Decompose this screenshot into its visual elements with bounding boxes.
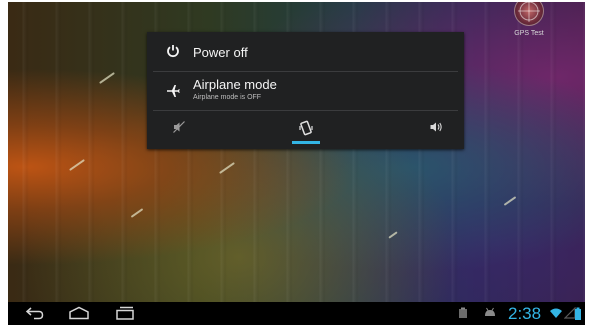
vibrate-icon bbox=[299, 120, 313, 136]
home-button[interactable] bbox=[66, 306, 92, 322]
sound-on-button[interactable] bbox=[424, 120, 448, 140]
back-icon bbox=[25, 307, 44, 320]
power-icon bbox=[165, 44, 181, 60]
airplane-mode-option[interactable]: Airplane mode Airplane mode is OFF bbox=[147, 72, 464, 110]
battery-icon bbox=[573, 307, 583, 321]
airplane-mode-status: Airplane mode is OFF bbox=[193, 94, 262, 101]
power-off-label: Power off bbox=[193, 45, 248, 60]
gps-test-app-shortcut[interactable]: GPS Test bbox=[506, 2, 552, 42]
back-button[interactable] bbox=[22, 306, 48, 322]
status-clock[interactable]: 2:38 bbox=[508, 304, 541, 324]
menu-divider bbox=[153, 110, 458, 111]
silent-icon bbox=[173, 121, 185, 133]
recent-apps-button[interactable] bbox=[112, 306, 138, 322]
home-icon bbox=[69, 306, 89, 320]
power-off-option[interactable]: Power off bbox=[147, 34, 464, 70]
airplane-mode-label: Airplane mode bbox=[193, 77, 277, 92]
system-navigation-bar: 2:38 bbox=[8, 302, 585, 325]
android-icon[interactable] bbox=[483, 307, 497, 321]
sound-mode-selector bbox=[147, 114, 464, 149]
wifi-icon bbox=[549, 307, 563, 321]
screenshot-frame: GPS Test Power off Airplane mode Airplan… bbox=[0, 0, 594, 325]
app-label: GPS Test bbox=[514, 30, 544, 37]
vibrate-mode-button[interactable] bbox=[294, 120, 318, 140]
silent-mode-button[interactable] bbox=[167, 120, 191, 140]
notification-icon[interactable] bbox=[456, 307, 470, 321]
sound-on-icon bbox=[430, 122, 442, 132]
airplane-icon bbox=[165, 84, 181, 100]
gps-compass-icon bbox=[514, 2, 544, 26]
recent-apps-icon bbox=[116, 306, 134, 320]
power-options-dialog: Power off Airplane mode Airplane mode is… bbox=[147, 32, 464, 149]
selected-mode-indicator bbox=[292, 141, 320, 144]
